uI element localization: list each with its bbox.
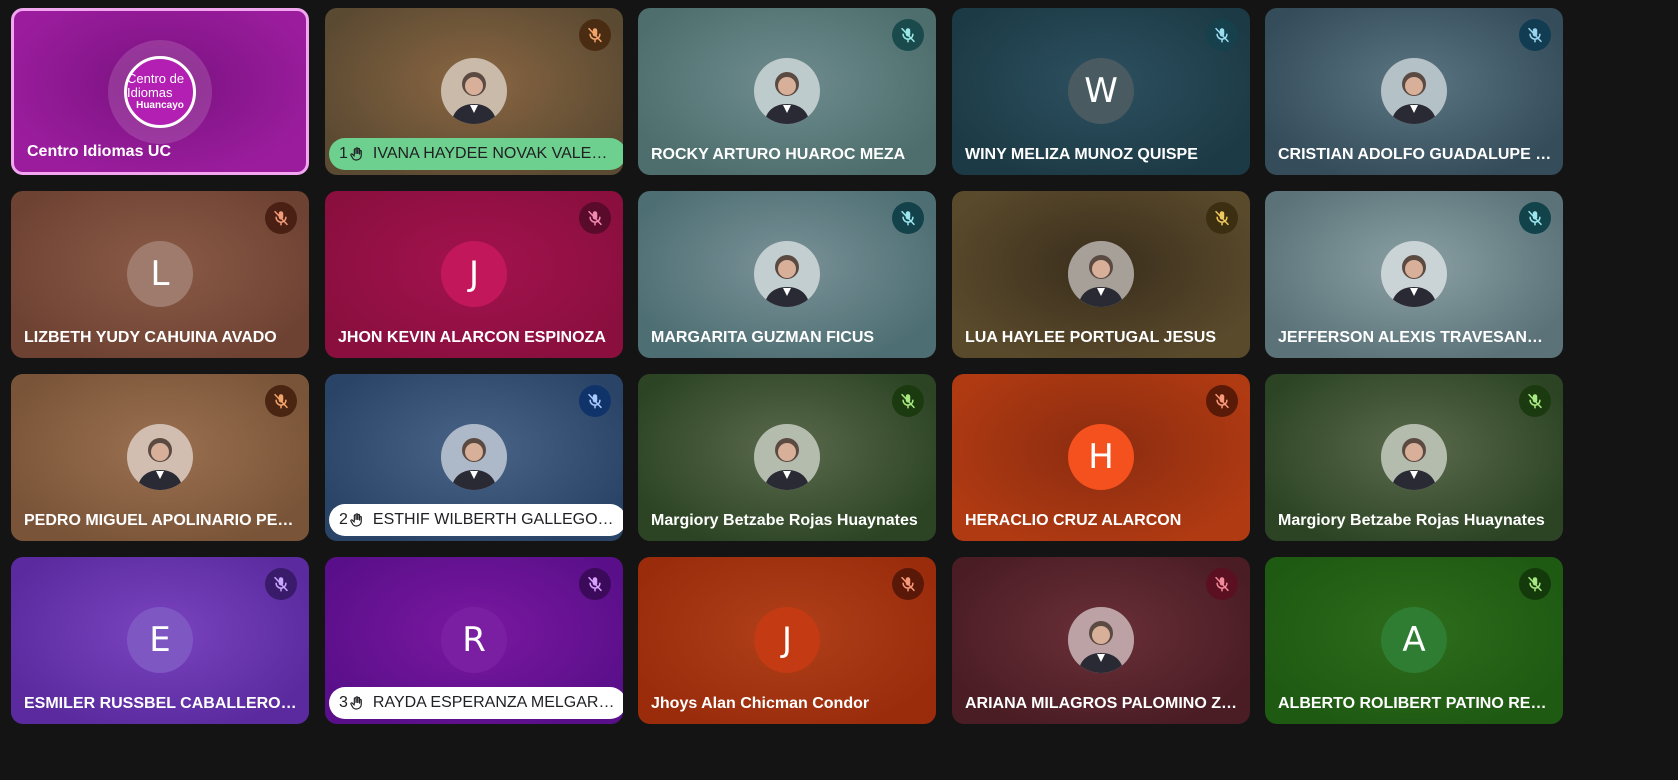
participant-name: HERACLIO CRUZ ALARCON — [965, 512, 1182, 529]
raised-hand-order: 1 — [339, 145, 348, 162]
participant-name: Jhoys Alan Chicman Condor — [651, 695, 870, 712]
raised-hand-badge: 2 ESTHIF WILBERTH GALLEGOS BALDEON — [329, 504, 623, 536]
participant-tile-cristian-adolfo-guadalupe-julcarima[interactable]: CRISTIAN ADOLFO GUADALUPE JULCARIMA — [1265, 8, 1563, 175]
mic-muted-icon — [1519, 19, 1551, 51]
raised-hand-order: 3 — [339, 694, 348, 711]
mic-muted-icon — [265, 385, 297, 417]
mic-muted-icon — [579, 19, 611, 51]
mic-muted-icon — [1519, 202, 1551, 234]
mic-muted-icon — [579, 385, 611, 417]
participant-tile-lua-haylee-portugal-jesus[interactable]: LUA HAYLEE PORTUGAL JESUS — [952, 191, 1250, 358]
participant-tile-rocky-arturo-huaroc-meza[interactable]: ROCKY ARTURO HUAROC MEZA — [638, 8, 936, 175]
logo-text-line2: Huancayo — [136, 100, 184, 112]
participant-name: Margiory Betzabe Rojas Huaynates — [1278, 512, 1545, 529]
participant-tile-esmiler-russbel-caballero-huaman[interactable]: E ESMILER RUSSBEL CABALLERO HUAMAN — [11, 557, 309, 724]
raised-hand-badge: 1 IVANA HAYDEE NOVAK VALENZUELA — [329, 138, 623, 170]
participant-tile-rayda-esperanza-melgarejo-quispe[interactable]: R 3 RAYDA ESPERANZA MELGAREJO QUISPE — [325, 557, 623, 724]
avatar-photo — [1381, 58, 1447, 124]
participant-name: Centro Idiomas UC — [27, 143, 172, 160]
participant-tile-ariana-milagros-palomino-zapata[interactable]: ARIANA MILAGROS PALOMINO ZAPATA — [952, 557, 1250, 724]
raised-hand-badge: 3 RAYDA ESPERANZA MELGAREJO QUISPE — [329, 687, 623, 719]
avatar-photo — [754, 424, 820, 490]
participant-name: CRISTIAN ADOLFO GUADALUPE JULCARIMA — [1278, 146, 1553, 163]
participant-tile-jefferson-alexis-travesano-villalva[interactable]: JEFFERSON ALEXIS TRAVESANO VILLALVA — [1265, 191, 1563, 358]
avatar-initial: J — [754, 607, 820, 673]
participant-name: IVANA HAYDEE NOVAK VALENZUELA — [372, 145, 618, 162]
participant-tile-jhon-kevin-alarcon-espinoza[interactable]: J JHON KEVIN ALARCON ESPINOZA — [325, 191, 623, 358]
participant-name: ESTHIF WILBERTH GALLEGOS BALDEON — [372, 511, 618, 528]
avatar-photo — [1381, 424, 1447, 490]
avatar-initial: E — [127, 607, 193, 673]
avatar-photo — [754, 58, 820, 124]
participant-name: LUA HAYLEE PORTUGAL JESUS — [965, 329, 1217, 346]
participant-tile-margiory-betzabe-rojas-huaynates[interactable]: Margiory Betzabe Rojas Huaynates — [638, 374, 936, 541]
participant-tile-jhoys-alan-chicman-condor[interactable]: J Jhoys Alan Chicman Condor — [638, 557, 936, 724]
mic-muted-icon — [892, 202, 924, 234]
mic-muted-icon — [1206, 202, 1238, 234]
mic-muted-icon — [579, 202, 611, 234]
mic-muted-icon — [1519, 568, 1551, 600]
mic-muted-icon — [892, 385, 924, 417]
participant-tile-ivana-haydee-novak-valenzuela[interactable]: 1 IVANA HAYDEE NOVAK VALENZUELA — [325, 8, 623, 175]
raised-hand-order: 2 — [339, 511, 348, 528]
participant-tile-winy-meliza-munoz-quispe[interactable]: W WINY MELIZA MUNOZ QUISPE — [952, 8, 1250, 175]
participant-name: JHON KEVIN ALARCON ESPINOZA — [338, 329, 606, 346]
raised-hand-icon — [349, 512, 373, 528]
mic-muted-icon — [265, 568, 297, 600]
participant-tile-margarita-guzman-ficus[interactable]: MARGARITA GUZMAN FICUS — [638, 191, 936, 358]
participant-name: JEFFERSON ALEXIS TRAVESANO VILLALVA — [1278, 329, 1553, 346]
participant-name: MARGARITA GUZMAN FICUS — [651, 329, 875, 346]
avatar-photo — [1068, 607, 1134, 673]
avatar-photo — [754, 241, 820, 307]
mic-muted-icon — [265, 202, 297, 234]
mic-muted-icon — [1519, 385, 1551, 417]
avatar-initial: R — [441, 607, 507, 673]
participant-name: LIZBETH YUDY CAHUINA AVADO — [24, 329, 277, 346]
participant-name: PEDRO MIGUEL APOLINARIO PENA — [24, 512, 299, 529]
avatar-initial: L — [127, 241, 193, 307]
raised-hand-icon — [349, 146, 373, 162]
organization-logo: Centro de Idiomas Huancayo — [124, 56, 196, 128]
avatar-photo — [441, 58, 507, 124]
participant-name: ALBERTO ROLIBERT PATINO REYNOSO — [1278, 695, 1553, 712]
avatar-initial: J — [441, 241, 507, 307]
participant-tile-lizbeth-yudy-cahuina-avado[interactable]: L LIZBETH YUDY CAHUINA AVADO — [11, 191, 309, 358]
participant-tile-pedro-miguel-apolinario-pena[interactable]: PEDRO MIGUEL APOLINARIO PENA — [11, 374, 309, 541]
participant-name: ROCKY ARTURO HUAROC MEZA — [651, 146, 906, 163]
mic-muted-icon — [892, 19, 924, 51]
participant-tile-esthif-wilberth-gallegos-baldeon[interactable]: 2 ESTHIF WILBERTH GALLEGOS BALDEON — [325, 374, 623, 541]
mic-muted-icon — [892, 568, 924, 600]
avatar-initial: A — [1381, 607, 1447, 673]
participant-name: ESMILER RUSSBEL CABALLERO HUAMAN — [24, 695, 299, 712]
participant-tile-centro-idiomas-uc[interactable]: Centro de Idiomas Huancayo Centro Idiomas … — [11, 8, 309, 175]
participant-tile-alberto-rolibert-patino-reynoso[interactable]: A ALBERTO ROLIBERT PATINO REYNOSO — [1265, 557, 1563, 724]
raised-hand-icon — [349, 695, 373, 711]
participant-name: RAYDA ESPERANZA MELGAREJO QUISPE — [372, 694, 618, 711]
participant-tile-heraclio-cruz-alarcon[interactable]: H HERACLIO CRUZ ALARCON — [952, 374, 1250, 541]
avatar-photo — [441, 424, 507, 490]
participant-name: ARIANA MILAGROS PALOMINO ZAPATA — [965, 695, 1240, 712]
participant-tile-margiory-betzabe-rojas-huaynates[interactable]: Margiory Betzabe Rojas Huaynates — [1265, 374, 1563, 541]
mic-muted-icon — [1206, 568, 1238, 600]
mic-muted-icon — [579, 568, 611, 600]
avatar-initial: H — [1068, 424, 1134, 490]
logo-text-line1: Centro de Idiomas — [127, 71, 185, 100]
avatar-photo — [1381, 241, 1447, 307]
avatar-photo — [1068, 241, 1134, 307]
participant-grid: Centro de Idiomas Huancayo Centro Idiomas … — [0, 0, 1678, 780]
participant-name: Margiory Betzabe Rojas Huaynates — [651, 512, 918, 529]
avatar-photo — [127, 424, 193, 490]
avatar-initial: W — [1068, 58, 1134, 124]
mic-muted-icon — [1206, 385, 1238, 417]
participant-name: WINY MELIZA MUNOZ QUISPE — [965, 146, 1198, 163]
mic-muted-icon — [1206, 19, 1238, 51]
